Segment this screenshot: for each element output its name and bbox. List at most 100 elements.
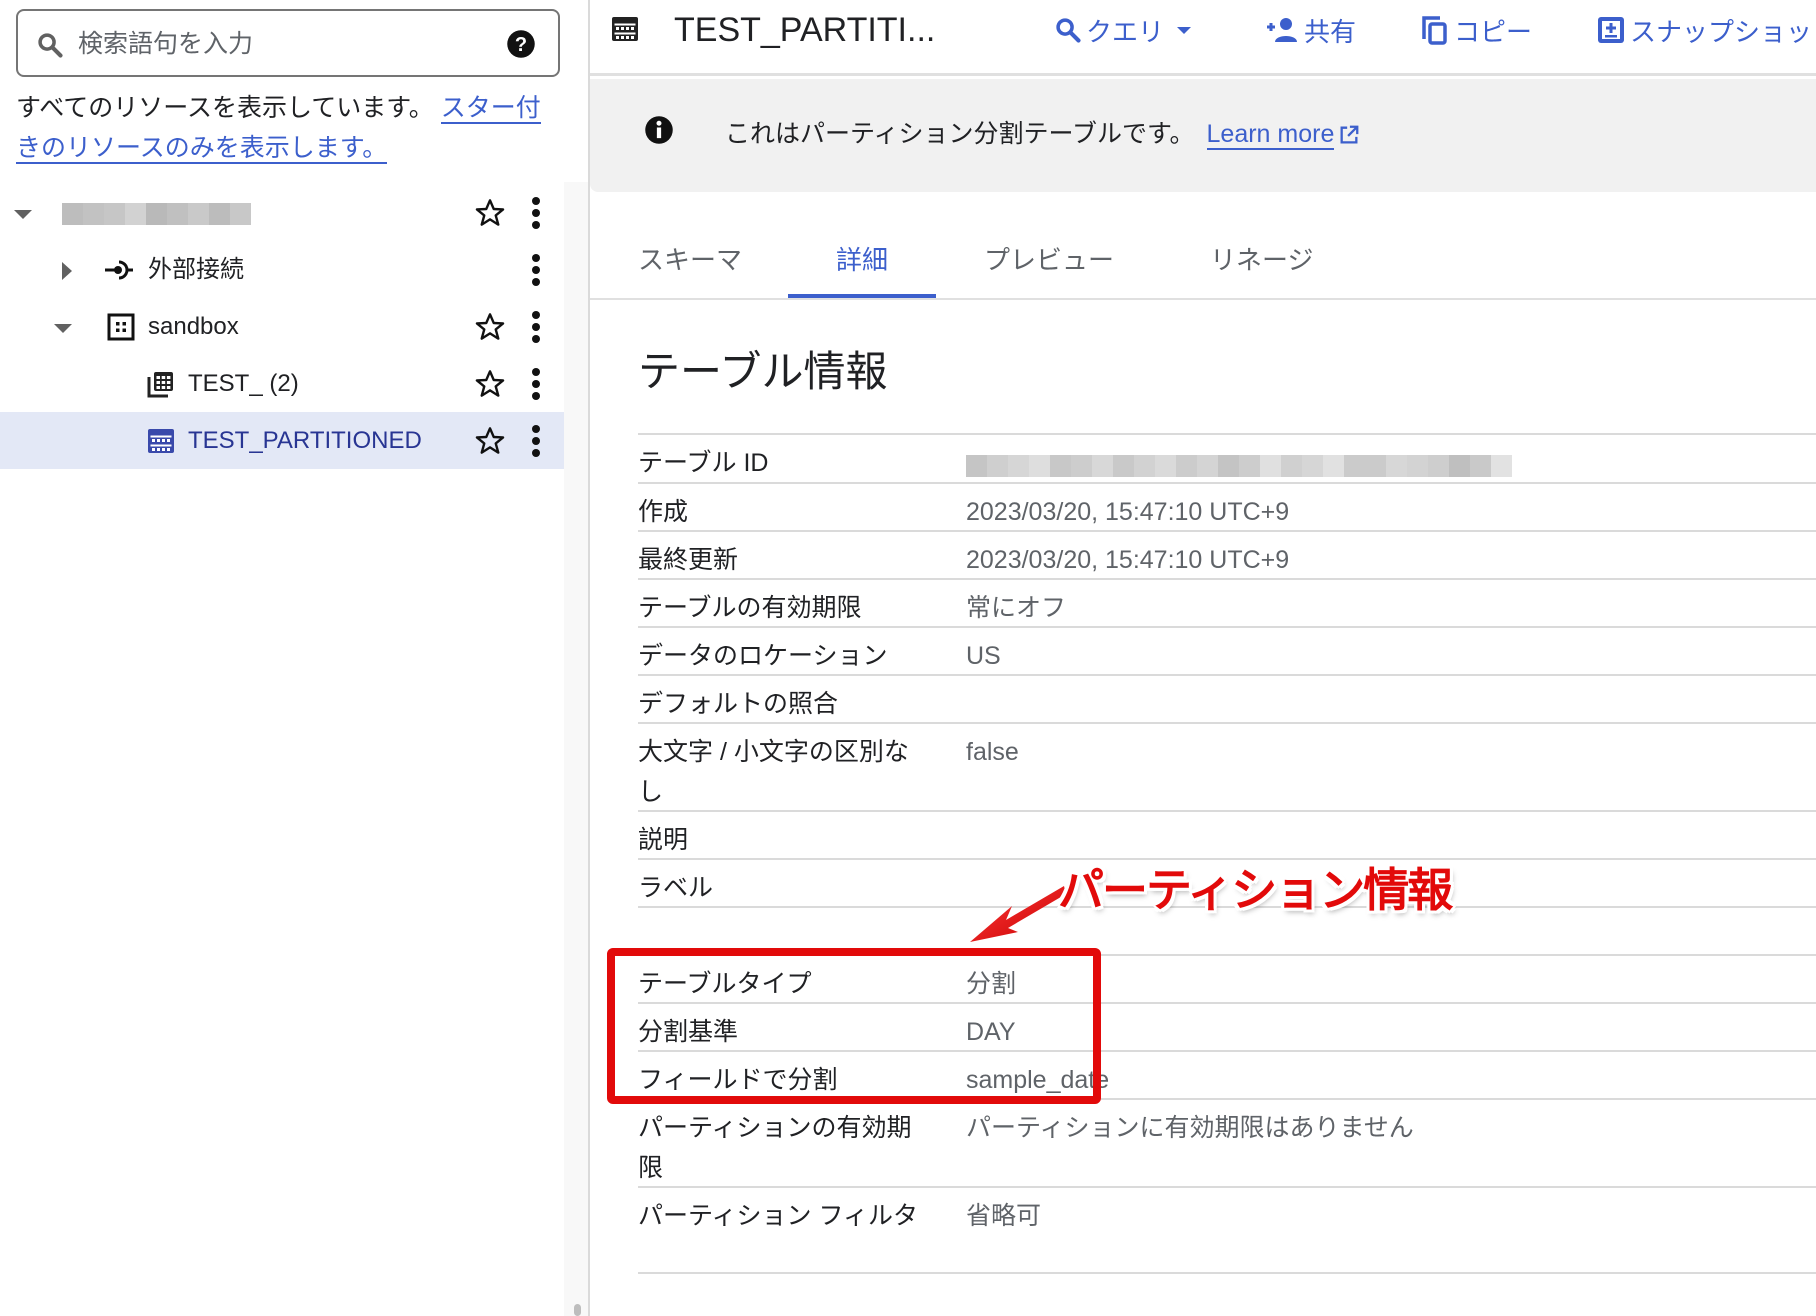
star-icon[interactable] xyxy=(474,368,506,400)
external-link-icon[interactable] xyxy=(1338,124,1360,146)
snapshot-button[interactable]: スナップショット xyxy=(1596,12,1816,48)
info-value: 常にオフ xyxy=(966,594,1067,622)
star-icon[interactable] xyxy=(474,197,506,229)
search-box[interactable]: ? xyxy=(16,9,560,77)
tree-item-test-sharded[interactable]: TEST_ (2) xyxy=(0,355,564,412)
more-actions-icon[interactable] xyxy=(528,196,544,230)
annotation-label: パーティション情報 xyxy=(1058,863,1453,917)
tree-item-label: 外部接続 xyxy=(148,256,244,283)
info-row-last-modified: 最終更新 2023/03/20, 15:47:10 UTC+9 xyxy=(638,530,1816,578)
search-input[interactable] xyxy=(76,23,500,65)
search-icon xyxy=(1056,18,1081,43)
tree-item-external-connections[interactable]: 外部接続 xyxy=(0,241,564,298)
showing-all-resources-text: すべてのリソースを表示しています。 スター付きのリソースのみを表示します。 xyxy=(16,88,564,168)
showing-all-label: すべてのリソースを表示しています。 xyxy=(16,94,434,122)
annotation-highlight-box xyxy=(607,948,1101,1104)
info-value: 2023/03/20, 15:47:10 UTC+9 xyxy=(966,546,1290,574)
info-key: パーティションの有効期限 xyxy=(638,1114,912,1182)
snapshot-icon xyxy=(1598,17,1624,43)
banner-text: これはパーティション分割テーブルです。 xyxy=(725,120,1195,148)
info-value: 省略可 xyxy=(966,1202,1042,1230)
info-key: 説明 xyxy=(638,826,689,854)
tab-details[interactable]: 詳細 xyxy=(836,240,888,280)
redacted-table-id xyxy=(966,455,1512,477)
info-row-partition-expiration: パーティションの有効期限 パーティションに有効期限はありません xyxy=(638,1098,1816,1186)
tree-item-label: sandbox xyxy=(148,313,239,340)
collapse-arrow-icon[interactable] xyxy=(12,203,34,225)
dataset-icon xyxy=(107,313,135,341)
tab-schema[interactable]: スキーマ xyxy=(638,240,742,280)
info-key: 大文字 / 小文字の区別なし xyxy=(638,738,909,806)
info-row-partition-filter: パーティション フィルタ 省略可 xyxy=(638,1186,1816,1274)
info-key: データのロケーション xyxy=(638,642,888,670)
info-icon xyxy=(645,116,673,144)
sidebar-scrollbar-thumb[interactable] xyxy=(574,1304,581,1316)
table-title: TEST_PARTITI... xyxy=(674,11,936,49)
tree-item-test-partitioned[interactable]: TEST_PARTITIONED xyxy=(0,412,564,469)
star-icon[interactable] xyxy=(474,311,506,343)
info-row-created: 作成 2023/03/20, 15:47:10 UTC+9 xyxy=(638,482,1816,530)
info-key: ラベル xyxy=(638,874,714,902)
query-label: クエリ xyxy=(1086,16,1165,47)
expand-arrow-icon[interactable] xyxy=(56,260,78,282)
banner-message: これはパーティション分割テーブルです。 Learn more xyxy=(725,117,1360,151)
more-actions-icon[interactable] xyxy=(528,310,544,344)
table-details-panel: TEST_PARTITI... クエリ 共有 コピー スナップショット これはパ… xyxy=(590,0,1816,1316)
sidebar-scrollbar[interactable] xyxy=(564,182,588,1316)
learn-more-link[interactable]: Learn more xyxy=(1206,120,1335,150)
info-key: 最終更新 xyxy=(638,546,739,574)
share-button[interactable]: 共有 xyxy=(1264,12,1356,48)
copy-icon xyxy=(1422,16,1447,45)
copy-label: コピー xyxy=(1454,16,1533,47)
svg-text:?: ? xyxy=(515,34,527,56)
info-row-case-insensitive: 大文字 / 小文字の区別なし false xyxy=(638,722,1816,810)
active-tab-indicator xyxy=(788,294,936,298)
resource-tree: 外部接続 sandbox TEST_ (2) TEST_PARTITIONED xyxy=(0,184,564,469)
info-key: デフォルトの照合 xyxy=(638,690,839,718)
star-icon[interactable] xyxy=(474,425,506,457)
partitioned-table-icon xyxy=(148,429,174,453)
info-key: テーブルの有効期限 xyxy=(638,594,862,622)
partitioned-table-banner: これはパーティション分割テーブルです。 Learn more xyxy=(590,79,1816,192)
tree-item-label: TEST_ (2) xyxy=(188,370,299,397)
help-icon[interactable]: ? xyxy=(506,29,536,59)
more-actions-icon[interactable] xyxy=(528,367,544,401)
table-info-heading: テーブル情報 xyxy=(638,348,888,395)
connection-icon xyxy=(105,260,133,280)
tree-item-label: TEST_PARTITIONED xyxy=(188,427,422,454)
table-toolbar: TEST_PARTITI... クエリ 共有 コピー スナップショット xyxy=(590,0,1816,76)
resource-explorer: ? すべてのリソースを表示しています。 スター付きのリソースのみを表示します。 … xyxy=(0,0,564,1316)
info-value: US xyxy=(966,642,1001,670)
info-row-description: 説明 xyxy=(638,810,1816,858)
search-icon xyxy=(38,33,63,58)
more-actions-icon[interactable] xyxy=(528,424,544,458)
table-info-list: テーブル ID 作成 2023/03/20, 15:47:10 UTC+9 最終… xyxy=(638,433,1816,1274)
info-row-table-expiration: テーブルの有効期限 常にオフ xyxy=(638,578,1816,626)
snapshot-label: スナップショット xyxy=(1630,16,1816,47)
sharded-table-icon xyxy=(147,372,173,398)
info-key: テーブル ID xyxy=(638,449,769,477)
tab-lineage[interactable]: リネージ xyxy=(1210,240,1313,280)
dropdown-arrow-icon xyxy=(1177,27,1192,34)
info-row-data-location: データのロケーション US xyxy=(638,626,1816,674)
info-value: 2023/03/20, 15:47:10 UTC+9 xyxy=(966,498,1290,526)
tab-preview[interactable]: プレビュー xyxy=(984,240,1114,280)
info-row-default-collation: デフォルトの照合 xyxy=(638,674,1816,722)
info-value: false xyxy=(966,738,1019,766)
info-key: パーティション フィルタ xyxy=(638,1202,918,1230)
add-person-icon xyxy=(1267,18,1297,42)
copy-button[interactable]: コピー xyxy=(1420,12,1532,48)
info-key: 作成 xyxy=(638,498,689,526)
partitioned-table-icon xyxy=(612,17,638,41)
share-label: 共有 xyxy=(1304,16,1357,47)
collapse-arrow-icon[interactable] xyxy=(52,317,74,339)
info-value: パーティションに有効期限はありません xyxy=(966,1114,1414,1142)
query-button[interactable]: クエリ xyxy=(1054,12,1200,48)
tree-item-project[interactable] xyxy=(0,184,564,241)
annotation-arrow-icon xyxy=(970,886,1066,942)
tree-item-sandbox[interactable]: sandbox xyxy=(0,298,564,355)
redacted-project-name xyxy=(62,203,251,225)
info-row-table-id: テーブル ID xyxy=(638,433,1816,482)
more-actions-icon[interactable] xyxy=(528,253,544,287)
detail-tabs: スキーマ 詳細 プレビュー リネージ xyxy=(590,224,1816,300)
